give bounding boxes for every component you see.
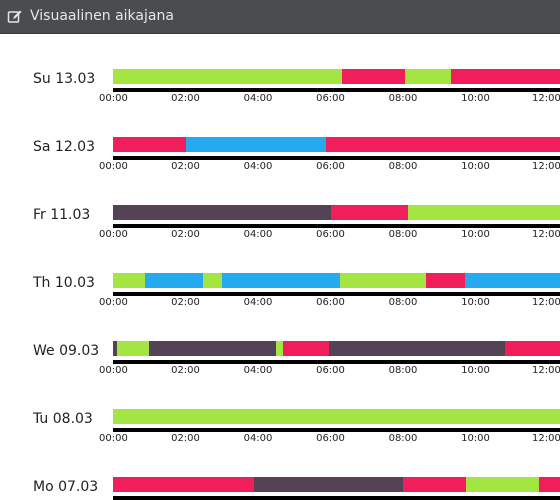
timeline-axis — [113, 88, 560, 92]
timeline-segment[interactable] — [451, 69, 560, 84]
timeline-segment[interactable] — [113, 205, 331, 220]
timeline-segment[interactable] — [243, 69, 343, 84]
timeline-segment[interactable] — [253, 477, 403, 492]
day-label: Fr 11.03 — [33, 207, 91, 223]
timeline-axis — [113, 428, 560, 432]
timeline-segment[interactable] — [325, 137, 560, 152]
timeline-segment[interactable] — [185, 137, 326, 152]
timeline-segment[interactable] — [538, 477, 560, 492]
day-label: Su 13.03 — [33, 71, 96, 87]
timeline-segment[interactable] — [116, 341, 150, 356]
day-row: Mo 07.0300:0002:0004:0006:0008:0010:0012… — [0, 442, 560, 500]
timeline-axis — [113, 224, 560, 228]
day-label: Tu 08.03 — [33, 411, 93, 427]
day-row: Fr 11.03 00:00 02:00 04:00 06:00 08:00 10:00 12… — [0, 170, 560, 240]
timeline-axis — [113, 360, 560, 364]
timeline-segment[interactable] — [113, 477, 254, 492]
timeline-segment[interactable] — [466, 477, 539, 492]
timeline-track — [113, 205, 560, 220]
timeline-segment[interactable] — [393, 205, 408, 220]
day-row: Th 10.03 00:00 02:00 04:00 06:00 08:00 10:00 12… — [0, 238, 560, 308]
timeline-segment[interactable] — [144, 273, 203, 288]
day-row: Tu 08.03 00:00 02:00 04:00 06:00 08:00 10:00 12… — [0, 374, 560, 444]
day-label: Th 10.03 — [33, 275, 95, 291]
timeline-segment[interactable] — [342, 69, 405, 84]
timeline-segment[interactable] — [330, 205, 394, 220]
timeline-segment[interactable] — [425, 273, 465, 288]
timeline-segment[interactable] — [504, 341, 560, 356]
timeline-track — [113, 341, 560, 356]
timeline-segment[interactable] — [511, 205, 560, 220]
timeline-segment[interactable] — [202, 273, 221, 288]
day-row: Sa 12.03 00:00 02:00 04:00 06:00 08:00 10:00 12… — [0, 102, 560, 172]
timeline-segment[interactable] — [453, 409, 560, 424]
timeline-track — [113, 137, 560, 152]
timeline-list: Su 13.03 00:00 02:00 04:00 06:00 08:00 10:00 12… — [0, 34, 560, 500]
timeline-segment[interactable] — [461, 341, 505, 356]
timeline-segment[interactable] — [113, 69, 244, 84]
day-label: We 09.03 — [33, 343, 100, 359]
timeline-track — [113, 409, 560, 424]
timeline-segment[interactable] — [404, 69, 452, 84]
timeline-segment[interactable] — [149, 341, 277, 356]
timeline-axis — [113, 156, 560, 160]
day-label: Mo 07.03 — [33, 479, 99, 495]
edit-icon — [7, 9, 23, 25]
timeline-track — [113, 273, 560, 288]
timeline-segment[interactable] — [113, 273, 145, 288]
window-header: Visuaalinen aikajana — [0, 0, 560, 34]
day-row: We 09.03 00:00 02:00 04:00 06:00 08:00 10:00 12… — [0, 306, 560, 376]
timeline-segment[interactable] — [464, 273, 560, 288]
timeline-track — [113, 69, 560, 84]
timeline-segment[interactable] — [329, 341, 461, 356]
day-row: Su 13.03 00:00 02:00 04:00 06:00 08:00 10:00 12… — [0, 34, 560, 104]
header-title: Visuaalinen aikajana — [30, 8, 174, 24]
timeline-segment[interactable] — [113, 137, 186, 152]
day-label: Sa 12.03 — [33, 139, 95, 155]
timeline-segment[interactable] — [398, 273, 426, 288]
timeline-track — [113, 477, 560, 492]
timeline-segment[interactable] — [221, 273, 340, 288]
timeline-segment[interactable] — [403, 477, 467, 492]
timeline-axis — [113, 496, 560, 500]
timeline-segment[interactable] — [407, 205, 512, 220]
timeline-axis — [113, 292, 560, 296]
timeline-segment[interactable] — [339, 273, 399, 288]
timeline-segment[interactable] — [282, 341, 330, 356]
timeline-segment[interactable] — [113, 409, 454, 424]
